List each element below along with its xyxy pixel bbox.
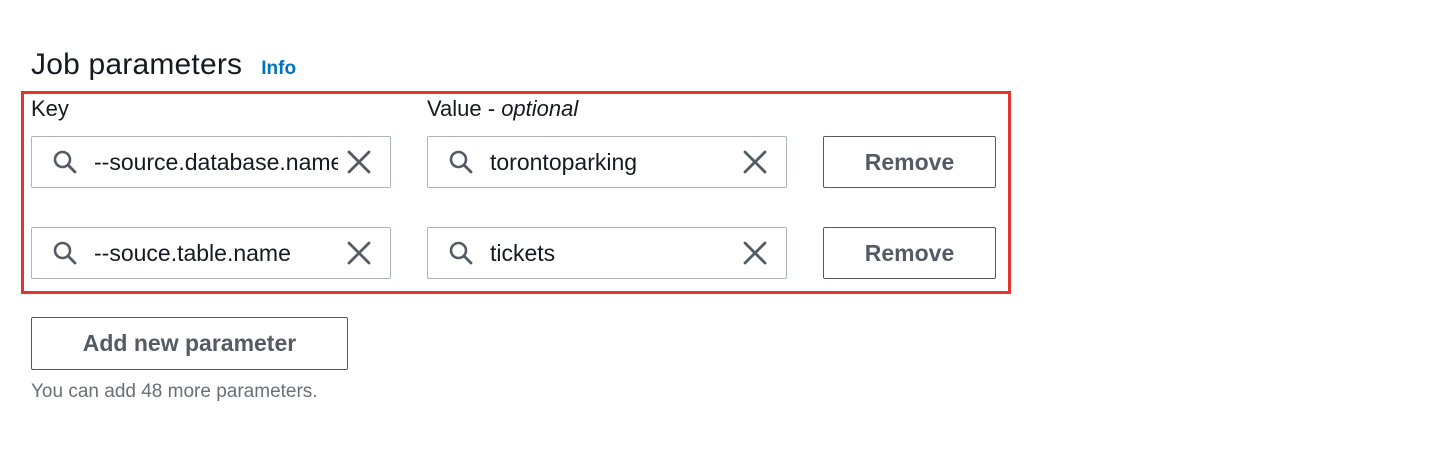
remove-button[interactable]: Remove (823, 227, 996, 279)
optional-label: optional (501, 96, 579, 121)
key-input[interactable]: --source.database.name (31, 136, 391, 188)
close-icon[interactable] (346, 240, 372, 266)
search-icon (449, 150, 473, 174)
value-input-value[interactable]: tickets (490, 240, 734, 267)
key-input-value[interactable]: --souce.table.name (94, 240, 338, 267)
remove-button[interactable]: Remove (823, 136, 996, 188)
info-link[interactable]: Info (261, 58, 296, 80)
add-new-parameter-button[interactable]: Add new parameter (31, 317, 348, 370)
section-header: Job parameters Info (31, 48, 296, 82)
parameters-hint: You can add 48 more parameters. (31, 381, 318, 402)
value-input[interactable]: torontoparking (427, 136, 787, 188)
search-icon (449, 241, 473, 265)
value-column-label: Value - optional (427, 96, 578, 122)
key-input-value[interactable]: --source.database.name (94, 149, 338, 176)
close-icon[interactable] (742, 149, 768, 175)
search-icon (53, 150, 77, 174)
key-column-label: Key (31, 96, 69, 121)
section-title: Job parameters (31, 48, 243, 81)
value-input-value[interactable]: torontoparking (490, 149, 734, 176)
value-input[interactable]: tickets (427, 227, 787, 279)
value-label-text: Value - (427, 96, 502, 121)
close-icon[interactable] (742, 240, 768, 266)
search-icon (53, 241, 77, 265)
close-icon[interactable] (346, 149, 372, 175)
key-input[interactable]: --souce.table.name (31, 227, 391, 279)
